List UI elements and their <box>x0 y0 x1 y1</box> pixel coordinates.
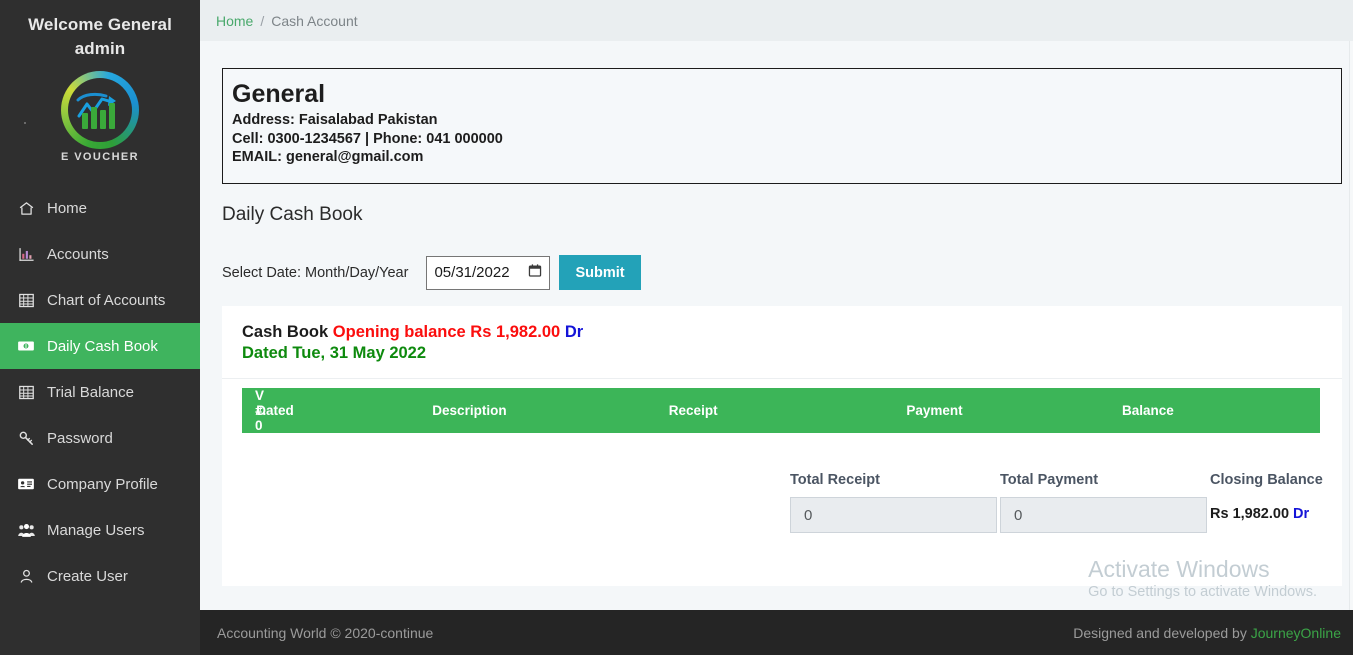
cashbook-table: V #. 0 Dated Description Receipt Payment… <box>242 388 1320 433</box>
company-email: EMAIL: general@gmail.com <box>232 149 424 165</box>
cashbook-table-wrap: V #. 0 Dated Description Receipt Payment… <box>222 364 1342 433</box>
cashbook-title: Cash Book <box>242 323 329 341</box>
footer-credits-prefix: Designed and developed by <box>1073 624 1247 641</box>
sidebar-item-manage-users[interactable]: Manage Users <box>0 507 200 553</box>
footer-credits: Designed and developed by JourneyOnline <box>1073 625 1341 641</box>
sidebar-item-company-profile[interactable]: Company Profile <box>0 461 200 507</box>
column-header-dated: Dated <box>256 388 433 433</box>
breadcrumb: Home / Cash Account <box>200 0 1353 41</box>
sidebar-item-label: Password <box>47 429 113 447</box>
closing-balance-value-wrap: Rs 1,982.00 Dr <box>1210 497 1330 522</box>
sidebar-item-trial-balance[interactable]: Trial Balance <box>0 369 200 415</box>
calendar-icon[interactable] <box>528 263 542 282</box>
bar-chart-icon <box>16 246 36 263</box>
sidebar-item-label: Company Profile <box>47 475 158 493</box>
company-info-box: General Address: Faisalabad Pakistan Cel… <box>222 68 1342 184</box>
date-field-label: Select Date: Month/Day/Year <box>222 264 409 281</box>
page-content: General Address: Faisalabad Pakistan Cel… <box>200 41 1353 610</box>
brand-logo: E VOUCHER <box>0 71 200 163</box>
card-divider <box>222 378 1342 379</box>
sidebar-nav: Home Accounts Chart of Accounts Daily Ca… <box>0 185 200 599</box>
closing-balance-value: Rs 1,982.00 <box>1210 506 1290 522</box>
sidebar-marker-dot <box>24 122 26 124</box>
company-address: Address: Faisalabad Pakistan <box>232 112 438 128</box>
cashbook-dated: Dated Tue, 31 May 2022 <box>242 344 427 362</box>
closing-balance-group: Closing Balance Rs 1,982.00 Dr <box>1210 472 1330 533</box>
column-header-balance: Balance <box>1121 388 1320 433</box>
closing-balance-suffix: Dr <box>1293 506 1310 522</box>
logo-bars-icon <box>82 103 115 129</box>
column-header-receipt: Receipt <box>668 388 907 433</box>
total-receipt-label: Total Receipt <box>790 472 880 488</box>
cashbook-opening-line: Cash Book Opening balance Rs 1,982.00 Dr <box>242 322 1342 343</box>
cash-icon <box>16 337 36 355</box>
sidebar-item-home[interactable]: Home <box>0 185 200 231</box>
logo-ring-icon <box>61 71 139 149</box>
footer-copyright: Accounting World © 2020-continue <box>217 624 434 641</box>
sidebar-item-accounts[interactable]: Accounts <box>0 231 200 277</box>
sidebar-item-password[interactable]: Password <box>0 415 200 461</box>
table-header-row: V #. 0 Dated Description Receipt Payment… <box>242 388 1320 433</box>
page-scrollbar[interactable] <box>1349 41 1353 610</box>
sidebar-item-chart-of-accounts[interactable]: Chart of Accounts <box>0 277 200 323</box>
id-card-icon <box>16 475 36 493</box>
cashbook-header: Cash Book Opening balance Rs 1,982.00 Dr… <box>222 306 1342 364</box>
cashbook-opening-suffix: Dr <box>564 323 584 341</box>
grid-icon <box>16 292 36 309</box>
date-input[interactable]: 05/31/2022 <box>426 255 551 290</box>
sidebar: Welcome General admin E VOUCHER Home Acc… <box>0 0 200 655</box>
company-contact: Cell: 0300-1234567 | Phone: 041 000000 <box>232 130 503 147</box>
users-icon <box>16 521 36 540</box>
key-icon <box>16 430 36 447</box>
total-receipt-input[interactable]: 0 <box>790 497 997 533</box>
sidebar-item-create-user[interactable]: Create User <box>0 553 200 599</box>
home-icon <box>16 200 36 217</box>
cashbook-table-head: V #. 0 Dated Description Receipt Payment… <box>242 388 1320 433</box>
sidebar-item-label: Chart of Accounts <box>47 291 166 309</box>
total-payment-label: Total Payment <box>1000 472 1099 488</box>
column-header-description: Description <box>432 388 669 433</box>
main-area: Home / Cash Account General Address: Fai… <box>200 0 1353 655</box>
closing-balance-label: Closing Balance <box>1210 472 1323 488</box>
date-input-value: 05/31/2022 <box>434 264 510 281</box>
total-receipt-group: Total Receipt 0 <box>790 472 1000 533</box>
sidebar-item-label: Daily Cash Book <box>47 337 158 355</box>
sidebar-item-label: Home <box>47 199 88 217</box>
sidebar-item-label: Accounts <box>47 245 109 263</box>
app-root: Welcome General admin E VOUCHER Home Acc… <box>0 0 1353 655</box>
logo-text: E VOUCHER <box>61 151 139 163</box>
footer: Accounting World © 2020-continue Designe… <box>200 610 1353 655</box>
submit-button[interactable]: Submit <box>559 255 641 290</box>
user-icon <box>16 568 36 585</box>
sidebar-item-label: Create User <box>47 567 128 585</box>
totals-row: Total Receipt 0 Total Payment 0 Closing … <box>790 472 1330 533</box>
page-title: Daily Cash Book <box>222 204 363 225</box>
breadcrumb-separator: / <box>260 12 265 29</box>
breadcrumb-current: Cash Account <box>271 12 358 29</box>
grid-icon <box>16 384 36 401</box>
column-header-voucher: V #. 0 <box>242 388 266 433</box>
journeyonline-link[interactable]: JourneyOnline <box>1251 625 1341 641</box>
sidebar-item-label: Manage Users <box>47 521 145 539</box>
total-payment-input[interactable]: 0 <box>1000 497 1207 533</box>
total-payment-group: Total Payment 0 <box>1000 472 1210 533</box>
date-filter-form: Select Date: Month/Day/Year 05/31/2022 S… <box>222 255 1342 290</box>
sidebar-item-label: Trial Balance <box>47 383 134 401</box>
column-header-payment: Payment <box>906 388 1122 433</box>
company-name: General <box>232 80 326 108</box>
welcome-message: Welcome General admin <box>28 15 172 58</box>
cashbook-opening-balance: Opening balance Rs 1,982.00 <box>332 323 561 341</box>
breadcrumb-home-link[interactable]: Home <box>216 13 253 29</box>
cashbook-card: Cash Book Opening balance Rs 1,982.00 Dr… <box>222 306 1342 586</box>
sidebar-item-daily-cash-book[interactable]: Daily Cash Book <box>0 323 200 369</box>
